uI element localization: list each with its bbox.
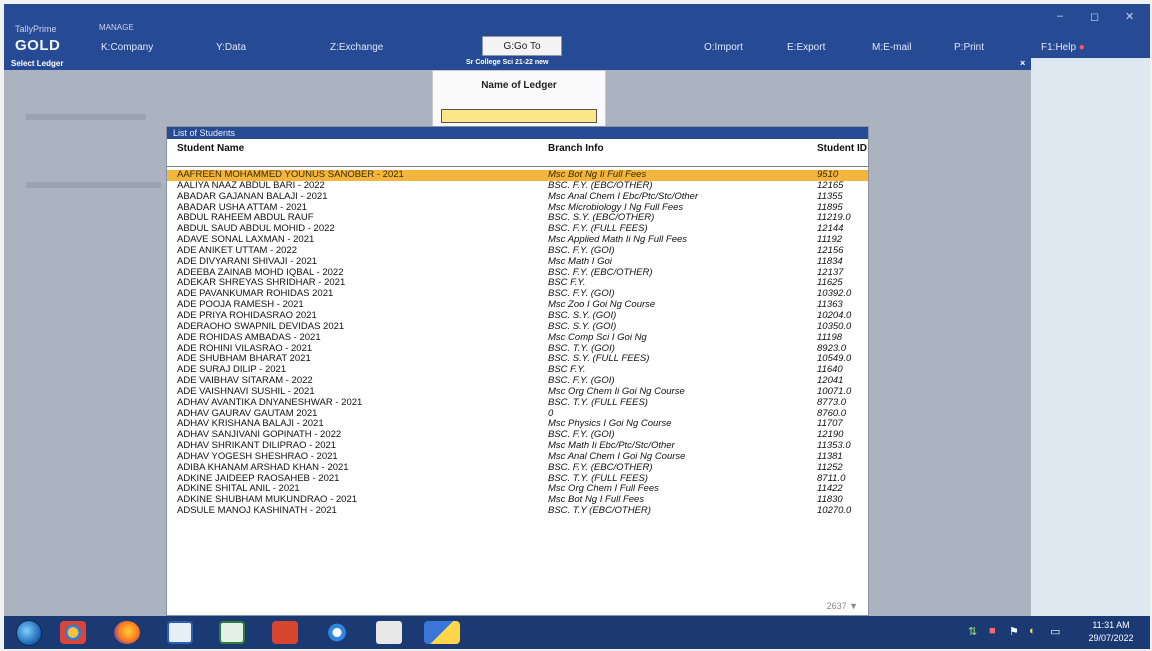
menu-import[interactable]: O:Import (704, 42, 743, 53)
student-id-cell: 8773.0 (817, 396, 847, 408)
menu-company[interactable]: K:Company (101, 42, 153, 53)
brand-edition: GOLD (15, 37, 61, 54)
list-rows: AAFREEN MOHAMMED YOUNUS SANOBER - 2021 Ms… (167, 169, 868, 517)
student-list: List of Students Student Name Branch Inf… (166, 126, 869, 616)
screen-title: Select Ledger (11, 59, 64, 68)
paint-icon[interactable] (272, 621, 298, 644)
flag-icon[interactable]: ⚑ (1009, 625, 1019, 638)
header-student-name: Student Name (177, 143, 245, 154)
branch-info-cell: BSC. F.Y. (EBC/OTHER) (548, 461, 653, 473)
help-dot-icon: ● (1078, 42, 1085, 53)
student-id-cell: 10270.0 (817, 505, 852, 517)
security-icon[interactable]: ■ (989, 625, 996, 637)
menu-data[interactable]: Y:Data (216, 42, 246, 53)
restore-icon[interactable]: ◻ (1090, 10, 1099, 23)
excel-icon[interactable] (219, 621, 245, 644)
branch-info-cell: BSC. T.Y. (FULL FEES) (548, 396, 648, 408)
menu-exchange[interactable]: Z:Exchange (330, 42, 383, 53)
branch-info-cell: Msc Math I Goi (548, 255, 612, 267)
start-button[interactable] (16, 620, 42, 646)
header-branch-info: Branch Info (548, 143, 604, 154)
network-icon[interactable]: ⇅ (968, 625, 977, 638)
student-id-cell: 11198 (817, 331, 843, 343)
search-icon[interactable] (376, 621, 402, 644)
goto-button[interactable]: G:Go To (482, 36, 562, 56)
top-header: TallyPrime GOLD MANAGE K:Company Y:Data … (4, 4, 1150, 58)
menu-email[interactable]: M:E-mail (872, 42, 911, 53)
student-name-cell: ADE DIVYARANI SHIVAJI - 2021 (177, 255, 318, 267)
tally-window: TallyPrime GOLD MANAGE K:Company Y:Data … (4, 4, 1150, 649)
clock-time: 11:31 AM (1092, 620, 1130, 630)
student-name-cell: ADSULE MANOJ KASHINATH - 2021 (177, 505, 337, 517)
screen-title-bar: Select Ledger Sr College Sci 21-22 new × (4, 58, 1031, 70)
record-count: 2637 ▼ (826, 601, 858, 611)
firefox-icon[interactable] (114, 621, 140, 644)
student-row[interactable]: ADE DIVYARANI SHIVAJI - 2021 Msc Math I G… (167, 255, 868, 268)
faded-label (26, 182, 161, 188)
word-icon[interactable] (167, 621, 193, 644)
student-name-cell: ADHAV AVANTIKA DNYANESHWAR - 2021 (177, 396, 363, 408)
branch-info-cell: Msc Anal Chem I Ebc/Ptc/Stc/Other (548, 190, 699, 202)
branch-info-cell: Msc Comp Sci I Goi Ng (548, 331, 647, 343)
student-row[interactable]: ADE ROHIDAS AMBADAS - 2021 Msc Comp Sci I… (167, 331, 868, 344)
company-name: Sr College Sci 21-22 new (466, 59, 549, 66)
chrome-icon[interactable] (60, 621, 86, 644)
volume-icon[interactable]: ◐ (1029, 625, 1036, 637)
header-student-id: Student ID (817, 143, 867, 154)
clock-date: 29/07/2022 (1088, 633, 1134, 643)
ledger-selector: Name of Ledger (432, 70, 606, 128)
branch-info-cell: BSC. T.Y (EBC/OTHER) (548, 505, 651, 517)
ledger-name-input[interactable] (441, 109, 597, 123)
clock[interactable]: 11:31 AM 29/07/2022 (1080, 619, 1142, 645)
list-title: List of Students (167, 127, 868, 139)
brand-name: TallyPrime (15, 24, 57, 34)
faded-label (26, 114, 146, 120)
student-row[interactable]: ADSULE MANOJ KASHINATH - 2021 BSC. T.Y (E… (167, 505, 868, 517)
student-name-cell: ABADAR GAJANAN BALAJI - 2021 (177, 190, 328, 202)
list-header: Student Name Branch Info Student ID (167, 139, 868, 167)
edge-icon[interactable] (324, 621, 350, 644)
menu-export[interactable]: E:Export (787, 42, 825, 53)
student-row[interactable]: ADIBA KHANAM ARSHAD KHAN - 2021 BSC. F.Y.… (167, 461, 868, 474)
student-id-cell: 11834 (817, 255, 843, 267)
student-row[interactable]: ADHAV AVANTIKA DNYANESHWAR - 2021 BSC. T.… (167, 396, 868, 409)
help-label: F1:Help (1041, 42, 1077, 53)
tally-icon[interactable] (424, 621, 460, 644)
student-row[interactable]: ABADAR GAJANAN BALAJI - 2021 Msc Anal Che… (167, 190, 868, 203)
display-icon[interactable]: ▭ (1050, 625, 1060, 638)
student-id-cell: 11355 (817, 190, 843, 202)
ledger-title: Name of Ledger (481, 80, 557, 91)
taskbar: ⇅ ■ ⚑ ◐ ▭ 11:31 AM 29/07/2022 (4, 616, 1150, 649)
close-screen-icon[interactable]: × (1020, 58, 1025, 68)
student-id-cell: 11252 (817, 461, 843, 473)
student-name-cell: ADIBA KHANAM ARSHAD KHAN - 2021 (177, 461, 349, 473)
menu-print[interactable]: P:Print (954, 42, 984, 53)
menu-help[interactable]: F1:Help ● (1041, 42, 1085, 53)
manage-label: MANAGE (99, 23, 134, 32)
button-bar (1031, 58, 1150, 616)
student-name-cell: ADE ROHIDAS AMBADAS - 2021 (177, 331, 321, 343)
minimize-icon[interactable]: – (1057, 10, 1063, 22)
close-icon[interactable]: ✕ (1125, 10, 1134, 23)
